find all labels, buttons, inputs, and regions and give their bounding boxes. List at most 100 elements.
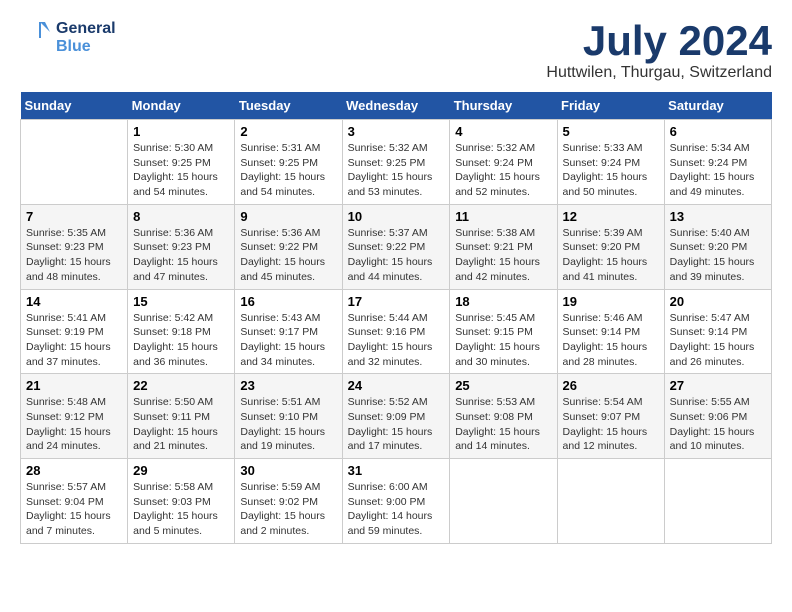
column-header-friday: Friday — [557, 92, 664, 120]
day-info: Sunrise: 5:40 AM Sunset: 9:20 PM Dayligh… — [670, 226, 766, 285]
day-info: Sunrise: 5:57 AM Sunset: 9:04 PM Dayligh… — [26, 480, 122, 539]
column-header-wednesday: Wednesday — [342, 92, 450, 120]
day-info: Sunrise: 5:39 AM Sunset: 9:20 PM Dayligh… — [563, 226, 659, 285]
day-number: 25 — [455, 378, 551, 393]
day-number: 28 — [26, 463, 122, 478]
calendar-cell: 27 Sunrise: 5:55 AM Sunset: 9:06 PM Dayli… — [664, 374, 771, 459]
calendar-body: 1Sunrise: 5:30 AM Sunset: 9:25 PM Daylig… — [21, 120, 772, 544]
calendar-cell: 7Sunrise: 5:35 AM Sunset: 9:23 PM Daylig… — [21, 204, 128, 289]
calendar-cell — [21, 120, 128, 205]
day-number: 24 — [348, 378, 445, 393]
calendar-header-row: SundayMondayTuesdayWednesdayThursdayFrid… — [21, 92, 772, 120]
day-number: 18 — [455, 294, 551, 309]
day-info: Sunrise: 5:44 AM Sunset: 9:16 PM Dayligh… — [348, 311, 445, 370]
calendar-cell: 22 Sunrise: 5:50 AM Sunset: 9:11 PM Dayli… — [128, 374, 235, 459]
day-number: 15 — [133, 294, 229, 309]
day-info: Sunrise: 6:00 AM Sunset: 9:00 PM Dayligh… — [348, 480, 445, 539]
calendar-cell: 13 Sunrise: 5:40 AM Sunset: 9:20 PM Dayli… — [664, 204, 771, 289]
month-title: July 2024 — [546, 20, 772, 62]
calendar-cell: 8 Sunrise: 5:36 AM Sunset: 9:23 PM Daylig… — [128, 204, 235, 289]
day-number: 20 — [670, 294, 766, 309]
calendar-cell: 9Sunrise: 5:36 AM Sunset: 9:22 PM Daylig… — [235, 204, 342, 289]
logo-container: General Blue — [20, 20, 116, 56]
calendar-cell: 17 Sunrise: 5:44 AM Sunset: 9:16 PM Dayli… — [342, 289, 450, 374]
column-header-sunday: Sunday — [21, 92, 128, 120]
day-info: Sunrise: 5:51 AM Sunset: 9:10 PM Dayligh… — [240, 395, 336, 454]
day-number: 22 — [133, 378, 229, 393]
day-info: Sunrise: 5:31 AM Sunset: 9:25 PM Dayligh… — [240, 141, 336, 200]
day-info: Sunrise: 5:34 AM Sunset: 9:24 PM Dayligh… — [670, 141, 766, 200]
day-number: 17 — [348, 294, 445, 309]
day-number: 21 — [26, 378, 122, 393]
calendar-week-row: 28 Sunrise: 5:57 AM Sunset: 9:04 PM Dayli… — [21, 459, 772, 544]
day-info: Sunrise: 5:59 AM Sunset: 9:02 PM Dayligh… — [240, 480, 336, 539]
day-number: 14 — [26, 294, 122, 309]
day-number: 27 — [670, 378, 766, 393]
day-number: 5 — [563, 124, 659, 139]
calendar-cell — [450, 459, 557, 544]
day-info: Sunrise: 5:38 AM Sunset: 9:21 PM Dayligh… — [455, 226, 551, 285]
calendar-week-row: 1Sunrise: 5:30 AM Sunset: 9:25 PM Daylig… — [21, 120, 772, 205]
day-number: 11 — [455, 209, 551, 224]
day-info: Sunrise: 5:43 AM Sunset: 9:17 PM Dayligh… — [240, 311, 336, 370]
day-number: 16 — [240, 294, 336, 309]
calendar-cell: 31 Sunrise: 6:00 AM Sunset: 9:00 PM Dayli… — [342, 459, 450, 544]
logo-text: General Blue — [56, 20, 116, 56]
location: Huttwilen, Thurgau, Switzerland — [546, 64, 772, 82]
day-info: Sunrise: 5:42 AM Sunset: 9:18 PM Dayligh… — [133, 311, 229, 370]
day-info: Sunrise: 5:45 AM Sunset: 9:15 PM Dayligh… — [455, 311, 551, 370]
column-header-thursday: Thursday — [450, 92, 557, 120]
day-info: Sunrise: 5:30 AM Sunset: 9:25 PM Dayligh… — [133, 141, 229, 200]
column-header-tuesday: Tuesday — [235, 92, 342, 120]
calendar-week-row: 21 Sunrise: 5:48 AM Sunset: 9:12 PM Dayli… — [21, 374, 772, 459]
day-number: 30 — [240, 463, 336, 478]
day-number: 2 — [240, 124, 336, 139]
calendar-cell: 26Sunrise: 5:54 AM Sunset: 9:07 PM Dayli… — [557, 374, 664, 459]
calendar-cell: 14Sunrise: 5:41 AM Sunset: 9:19 PM Dayli… — [21, 289, 128, 374]
calendar-cell: 6 Sunrise: 5:34 AM Sunset: 9:24 PM Daylig… — [664, 120, 771, 205]
day-info: Sunrise: 5:33 AM Sunset: 9:24 PM Dayligh… — [563, 141, 659, 200]
calendar-cell: 24 Sunrise: 5:52 AM Sunset: 9:09 PM Dayli… — [342, 374, 450, 459]
page-header: General Blue July 2024 Huttwilen, Thurga… — [20, 20, 772, 82]
column-header-saturday: Saturday — [664, 92, 771, 120]
logo-svg — [20, 20, 52, 56]
day-number: 31 — [348, 463, 445, 478]
calendar-week-row: 14Sunrise: 5:41 AM Sunset: 9:19 PM Dayli… — [21, 289, 772, 374]
day-number: 23 — [240, 378, 336, 393]
calendar-cell: 21 Sunrise: 5:48 AM Sunset: 9:12 PM Dayli… — [21, 374, 128, 459]
day-info: Sunrise: 5:32 AM Sunset: 9:25 PM Dayligh… — [348, 141, 445, 200]
day-info: Sunrise: 5:50 AM Sunset: 9:11 PM Dayligh… — [133, 395, 229, 454]
day-number: 9 — [240, 209, 336, 224]
logo-line2: Blue — [56, 38, 116, 56]
day-info: Sunrise: 5:48 AM Sunset: 9:12 PM Dayligh… — [26, 395, 122, 454]
calendar-week-row: 7Sunrise: 5:35 AM Sunset: 9:23 PM Daylig… — [21, 204, 772, 289]
day-number: 6 — [670, 124, 766, 139]
calendar-cell: 10Sunrise: 5:37 AM Sunset: 9:22 PM Dayli… — [342, 204, 450, 289]
day-info: Sunrise: 5:46 AM Sunset: 9:14 PM Dayligh… — [563, 311, 659, 370]
calendar-cell: 3Sunrise: 5:32 AM Sunset: 9:25 PM Daylig… — [342, 120, 450, 205]
calendar-cell: 23 Sunrise: 5:51 AM Sunset: 9:10 PM Dayli… — [235, 374, 342, 459]
calendar-cell: 19Sunrise: 5:46 AM Sunset: 9:14 PM Dayli… — [557, 289, 664, 374]
day-info: Sunrise: 5:37 AM Sunset: 9:22 PM Dayligh… — [348, 226, 445, 285]
day-number: 12 — [563, 209, 659, 224]
day-number: 7 — [26, 209, 122, 224]
title-section: July 2024 Huttwilen, Thurgau, Switzerlan… — [546, 20, 772, 82]
calendar-table: SundayMondayTuesdayWednesdayThursdayFrid… — [20, 92, 772, 544]
day-info: Sunrise: 5:55 AM Sunset: 9:06 PM Dayligh… — [670, 395, 766, 454]
day-number: 13 — [670, 209, 766, 224]
day-number: 8 — [133, 209, 229, 224]
calendar-cell: 18 Sunrise: 5:45 AM Sunset: 9:15 PM Dayli… — [450, 289, 557, 374]
calendar-cell: 20 Sunrise: 5:47 AM Sunset: 9:14 PM Dayli… — [664, 289, 771, 374]
calendar-cell: 28 Sunrise: 5:57 AM Sunset: 9:04 PM Dayli… — [21, 459, 128, 544]
logo-line1: General — [56, 20, 116, 38]
day-info: Sunrise: 5:58 AM Sunset: 9:03 PM Dayligh… — [133, 480, 229, 539]
calendar-cell: 30 Sunrise: 5:59 AM Sunset: 9:02 PM Dayli… — [235, 459, 342, 544]
column-header-monday: Monday — [128, 92, 235, 120]
day-info: Sunrise: 5:47 AM Sunset: 9:14 PM Dayligh… — [670, 311, 766, 370]
calendar-cell: 5 Sunrise: 5:33 AM Sunset: 9:24 PM Daylig… — [557, 120, 664, 205]
day-number: 26 — [563, 378, 659, 393]
calendar-cell: 16 Sunrise: 5:43 AM Sunset: 9:17 PM Dayli… — [235, 289, 342, 374]
day-info: Sunrise: 5:52 AM Sunset: 9:09 PM Dayligh… — [348, 395, 445, 454]
calendar-cell — [557, 459, 664, 544]
day-info: Sunrise: 5:36 AM Sunset: 9:23 PM Dayligh… — [133, 226, 229, 285]
